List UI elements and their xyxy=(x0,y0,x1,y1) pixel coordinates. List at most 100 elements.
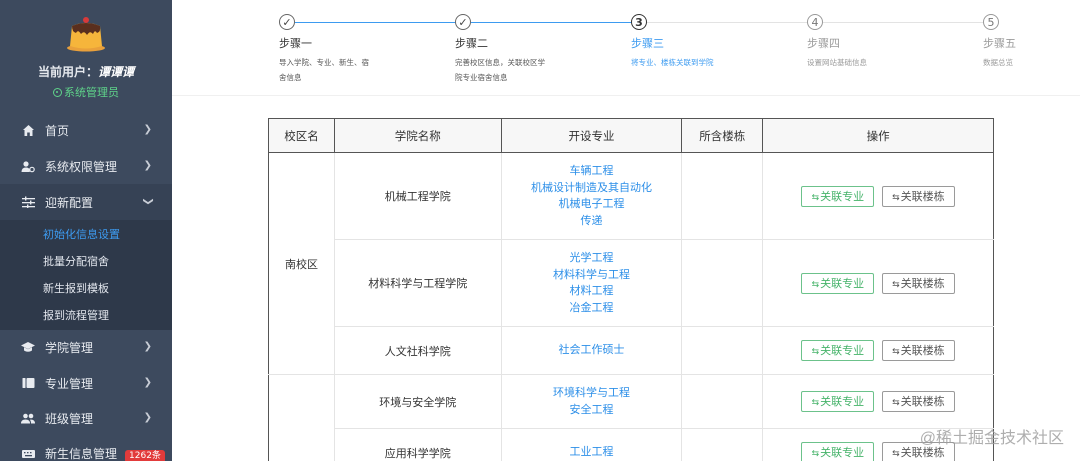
college-table: 校区名 学院名称 开设专业 所含楼栋 操作 南校区 机械工程学院 车辆工程 机械… xyxy=(268,118,994,461)
operations-cell: ⇆关联专业 ⇆关联楼栋 xyxy=(762,374,994,429)
table-row: 南校区 机械工程学院 车辆工程 机械设计制造及其自动化 机械电子工程 传递 ⇆关… xyxy=(268,152,994,375)
link-major-button[interactable]: ⇆关联专业 xyxy=(801,272,875,294)
sidebar: 当前用户：谭谭谭 系统管理员 首页 ❯ 系统权限管理 ❯ 迎新配置 ❯ 初始化信… xyxy=(0,0,172,461)
link-major-button[interactable]: ⇆关联专业 xyxy=(801,442,875,461)
menu-label: 系统权限管理 xyxy=(45,159,118,174)
menu-item-colleges[interactable]: 学院管理 ❯ xyxy=(0,329,172,365)
table-row: 环境与安全学院 环境科学与工程 安全工程 ⇆关联专业 ⇆关联楼栋 xyxy=(268,374,994,461)
major-link[interactable]: 光学工程 xyxy=(502,250,682,267)
menu-item-home[interactable]: 首页 ❯ xyxy=(0,112,172,148)
major-link[interactable]: 工业工程 xyxy=(502,444,682,461)
link-major-button[interactable]: ⇆关联专业 xyxy=(801,391,875,412)
step-connector xyxy=(471,22,639,23)
submenu-welcome-config: 初始化信息设置 批量分配宿舍 新生报到模板 报到流程管理 xyxy=(0,220,172,330)
count-badge: 1262条 xyxy=(125,450,165,461)
submenu-item-report-process[interactable]: 报到流程管理 xyxy=(0,302,172,329)
step-title: 步骤二 xyxy=(455,37,488,50)
current-user-name: 谭谭谭 xyxy=(98,65,135,79)
group-icon xyxy=(21,411,35,425)
major-link[interactable]: 机械电子工程 xyxy=(502,196,682,213)
link-icon: ⇆ xyxy=(811,449,820,459)
link-icon: ⇆ xyxy=(811,398,820,408)
menu-item-classes[interactable]: 班级管理 ❯ xyxy=(0,400,172,436)
button-label: 关联专业 xyxy=(820,344,865,357)
user-settings-icon xyxy=(21,159,35,173)
menu-item-freshman-info[interactable]: 新生信息管理 1262条 xyxy=(0,436,172,461)
step-number: 5 xyxy=(983,14,999,30)
step-desc: 将专业、楼栋关联到学院 xyxy=(631,58,714,67)
watermark: @稀土掘金技术社区 xyxy=(919,430,1064,447)
chevron-right-icon: ❯ xyxy=(143,124,152,135)
operations-cell: ⇆关联专业 ⇆关联楼栋 xyxy=(762,239,994,327)
link-building-button[interactable]: ⇆关联楼栋 xyxy=(881,272,955,294)
current-user-label: 当前用户： xyxy=(37,65,98,79)
chevron-down-icon: ❯ xyxy=(142,197,154,206)
step-desc: 导入学院、专业、新生、宿舍信息 xyxy=(279,58,369,82)
target-icon xyxy=(53,88,62,97)
step-number: 4 xyxy=(807,14,823,30)
step-number: 3 xyxy=(631,14,647,30)
major-link[interactable]: 冶金工程 xyxy=(502,300,682,317)
step-title: 步骤一 xyxy=(279,37,312,50)
major-link[interactable]: 车辆工程 xyxy=(502,163,682,180)
menu-item-welcome-config[interactable]: 迎新配置 ❯ xyxy=(0,184,172,220)
keyboard-icon xyxy=(21,447,35,461)
college-cell: 应用科学学院 xyxy=(333,428,502,461)
main-content: ✓ 步骤一 导入学院、专业、新生、宿舍信息 ✓ 步骤二 完善校区信息，关联校区学… xyxy=(172,0,1080,461)
college-cell: 材料科学与工程学院 xyxy=(333,239,502,327)
menu-item-majors[interactable]: 专业管理 ❯ xyxy=(0,365,172,401)
graduation-cap-icon xyxy=(21,340,35,354)
table-header-row: 校区名 学院名称 开设专业 所含楼栋 操作 xyxy=(268,118,994,153)
menu-label: 学院管理 xyxy=(45,340,94,355)
menu-label-text: 新生信息管理 xyxy=(45,447,118,461)
majors-cell: 环境科学与工程 安全工程 xyxy=(500,374,683,429)
major-link[interactable]: 材料科学与工程 xyxy=(502,267,682,284)
check-icon: ✓ xyxy=(279,14,295,30)
button-label: 关联专业 xyxy=(820,276,865,290)
major-link[interactable]: 传递 xyxy=(502,213,682,230)
step-connector xyxy=(823,22,983,23)
buildings-cell xyxy=(681,152,764,240)
step-title: 步骤五 xyxy=(983,37,1016,50)
link-major-button[interactable]: ⇆关联专业 xyxy=(801,340,875,361)
link-building-button[interactable]: ⇆关联楼栋 xyxy=(881,391,955,412)
menu-item-permissions[interactable]: 系统权限管理 ❯ xyxy=(0,148,172,184)
menu-label: 专业管理 xyxy=(45,376,94,391)
step-title: 步骤四 xyxy=(807,37,840,50)
link-major-button[interactable]: ⇆关联专业 xyxy=(801,185,875,207)
operations-cell: ⇆关联专业 ⇆关联楼栋 xyxy=(762,152,994,240)
submenu-item-init-settings[interactable]: 初始化信息设置 xyxy=(0,221,172,248)
column-header: 操作 xyxy=(762,118,994,153)
major-link[interactable]: 社会工作硕士 xyxy=(502,342,682,359)
major-link[interactable]: 安全工程 xyxy=(502,402,682,419)
link-icon: ⇆ xyxy=(892,449,900,459)
link-building-button[interactable]: ⇆关联楼栋 xyxy=(881,340,955,361)
chevron-right-icon: ❯ xyxy=(143,341,152,352)
link-building-button[interactable]: ⇆关联楼栋 xyxy=(881,185,955,207)
college-cell: 环境与安全学院 xyxy=(333,374,502,429)
button-label: 关联专业 xyxy=(820,446,865,459)
submenu-item-batch-dorm[interactable]: 批量分配宿舍 xyxy=(0,248,172,275)
step-title: 步骤三 xyxy=(631,37,664,50)
majors-cell: 光学工程 材料科学与工程 材料工程 冶金工程 xyxy=(500,239,683,327)
role-label: 系统管理员 xyxy=(64,86,119,99)
major-link[interactable]: 环境科学与工程 xyxy=(502,385,682,402)
step-1: ✓ 步骤一 导入学院、专业、新生、宿舍信息 xyxy=(279,14,375,85)
major-link[interactable]: 机械设计制造及其自动化 xyxy=(502,180,682,197)
majors-cell: 社会工作硕士 xyxy=(500,326,683,375)
button-label: 关联专业 xyxy=(820,189,865,203)
operations-cell: ⇆关联专业 ⇆关联楼栋 xyxy=(762,326,994,375)
column-header: 开设专业 xyxy=(500,118,683,153)
button-label: 关联楼栋 xyxy=(900,344,945,357)
chevron-right-icon: ❯ xyxy=(143,377,152,388)
major-link[interactable]: 材料工程 xyxy=(502,283,682,300)
link-icon: ⇆ xyxy=(811,347,820,357)
buildings-cell xyxy=(681,239,764,327)
column-header: 校区名 xyxy=(268,118,335,153)
menu-label: 首页 xyxy=(45,123,70,138)
button-label: 关联楼栋 xyxy=(900,276,945,290)
button-label: 关联专业 xyxy=(820,395,865,408)
submenu-item-report-template[interactable]: 新生报到模板 xyxy=(0,275,172,302)
link-icon: ⇆ xyxy=(892,192,900,203)
button-label: 关联楼栋 xyxy=(900,189,945,203)
